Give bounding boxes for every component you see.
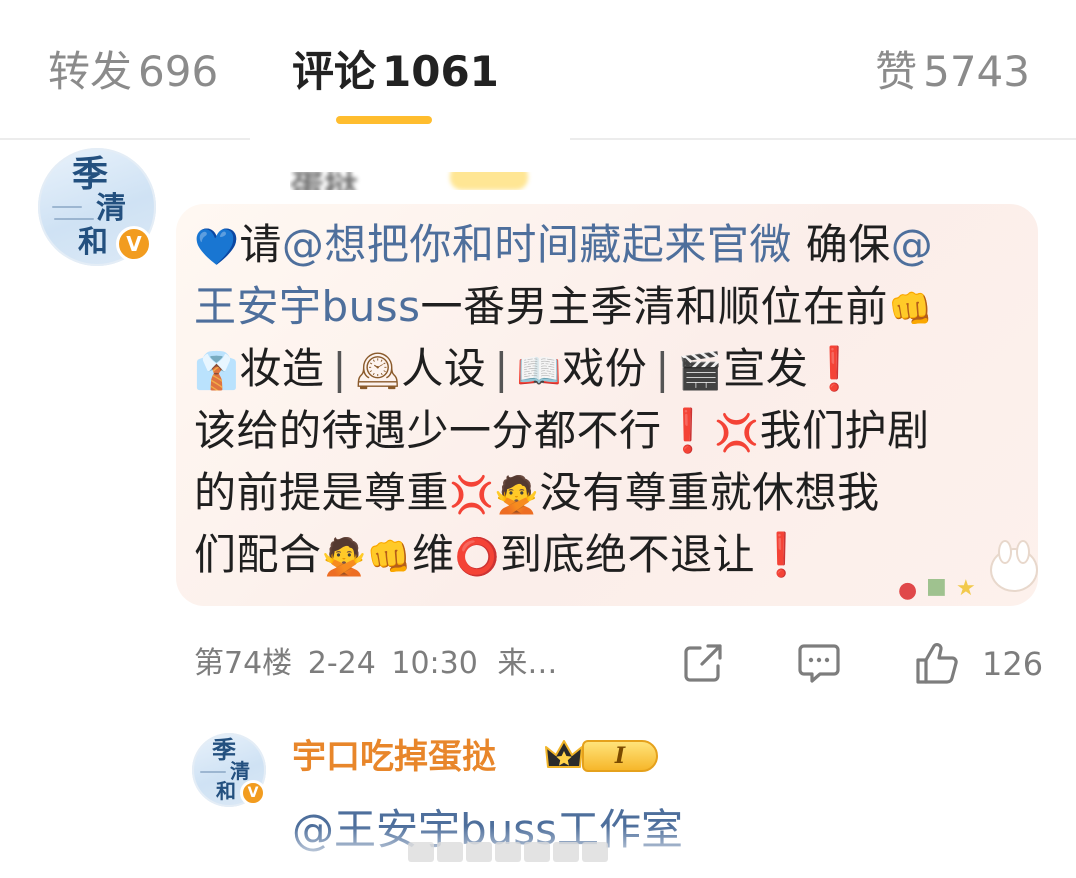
comment-line-2: 王安宇buss一番男主季清和顺位在前👊 [194,276,1024,338]
verified-badge: V [240,780,266,806]
comment-time: 10:30 [391,646,478,681]
comment-text-segment: 维 [412,530,455,579]
avatar-decoration [54,218,94,220]
cherry-icon: ● [898,578,918,603]
comment-text-segment: 确保 [791,220,891,269]
watermark-glyph [437,842,463,862]
floor-number: 第74楼 [194,646,293,681]
anger-symbol-icon: 💢 [449,475,495,516]
exclamation-icon: ❗ [661,406,715,455]
comment-date: 2-24 [307,646,376,681]
exclamation-icon: ❗ [755,530,808,579]
like-button[interactable] [914,640,960,688]
active-tab-indicator [336,116,432,124]
cake-icon: ■ [926,574,947,599]
tab-comments-label: 评论 [292,47,377,96]
watermark [408,842,644,866]
separator: | [494,344,509,393]
comment-text-segment: 的前提是尊重 [194,468,450,517]
fist-icon: 👊 [366,537,413,578]
comment-meta: 第74楼 2-24 10:30 来… [194,640,557,688]
watermark-glyph [553,842,579,862]
red-circle-icon: ⭕ [454,537,501,578]
tab-comments-count: 1061 [382,47,499,96]
comment-source: 来… [497,646,558,681]
avatar-char-1: 季 [72,153,109,195]
comment-body: 💙请@想把你和时间藏起来官微 确保@ 王安宇buss一番男主季清和顺位在前👊 👔… [194,214,1024,586]
tab-repost-label: 转发 [48,47,133,96]
tab-repost-count: 696 [138,47,219,96]
comment-line-3: 👔妆造 | 🕰人设 | 📖戏份 | 🎬宣发❗ [194,338,1024,400]
comment-text-segment: 请 [239,220,282,269]
tab-likes[interactable]: 赞 5743 [875,44,1030,100]
watermark-glyph [466,842,492,862]
verified-badge: V [116,226,152,262]
comment-text-segment: 该给的待遇少一分都不行 [194,406,662,455]
tab-likes-count: 5743 [923,47,1030,96]
exclamation-icon: ❗ [808,344,862,393]
watermark-glyph [495,842,521,862]
comment-button[interactable] [796,640,842,688]
comment-text-segment: 到底绝不退让 [500,530,756,579]
comment-icon [798,644,840,683]
mention-link-buss-start[interactable]: @ [891,220,934,269]
user-level-badge: I [582,740,658,772]
avatar-decoration [52,206,82,208]
clock-icon: 🕰 [355,351,402,392]
share-icon [684,644,722,682]
watermark-glyph [408,842,434,862]
mention-link-buss[interactable]: 王安宇buss [194,282,421,331]
bubble-decoration-sticker: ● ■ ★ [898,540,1038,606]
separator: | [655,344,670,393]
person-gesturing-no-icon: 🙅 [494,475,540,516]
clapperboard-icon: 🎬 [677,351,724,392]
watermark-glyph [524,842,550,862]
bunny-icon [990,540,1038,592]
comment-text-segment: 我们护剧 [759,406,930,455]
comment-text-segment: 妆造 [239,344,325,393]
blue-heart-icon: 💙 [194,227,240,268]
thumbs-up-icon [916,643,958,684]
person-gesturing-no-icon: 🙅 [321,537,367,578]
like-count: 126 [982,645,1044,683]
star-icon: ★ [956,576,976,601]
comment-text-segment: 宣发 [723,344,809,393]
tab-likes-label: 赞 [875,47,918,96]
comment-text-segment: 戏份 [562,344,648,393]
open-book-icon: 📖 [516,351,563,392]
necktie-icon: 👔 [194,351,240,392]
comment-text-segment: 人设 [401,344,487,393]
avatar-char-3: 和 [78,225,108,260]
name-overlap-mask [250,136,570,172]
share-button[interactable] [680,640,726,688]
crown-icon [544,737,584,773]
comment-line-4: 该给的待遇少一分都不行❗💢我们护剧 [194,400,1024,462]
reply-username[interactable]: 宇口吃掉蛋挞 [292,734,496,780]
avatar-char-2: 清 [230,759,250,783]
comment-text-segment: 一番男主季清和顺位在前 [420,282,889,331]
comment-line-5: 的前提是尊重💢🙅没有尊重就休想我 [194,462,1024,524]
comment-line-1: 💙请@想把你和时间藏起来官微 确保@ [194,214,1024,276]
comment-text-segment: 没有尊重就休想我 [539,468,880,517]
mention-link-official[interactable]: @想把你和时间藏起来官微 [282,220,792,269]
anger-symbol-icon: 💢 [714,413,760,454]
bunny-ear [998,540,1012,564]
separator: | [332,344,347,393]
avatar-decoration [200,771,226,773]
tab-repost[interactable]: 转发 696 [48,44,218,100]
avatar-char-3: 和 [216,779,236,803]
comment-text-segment: 们配合 [194,530,322,579]
tab-bar: 转发 696 评论 1061 赞 5743 [0,0,1076,140]
tab-comments[interactable]: 评论 1061 [292,44,499,100]
fist-icon: 👊 [888,289,934,330]
watermark-glyph [582,842,608,862]
avatar-char-2: 清 [96,191,126,226]
bunny-ear [1016,540,1030,564]
